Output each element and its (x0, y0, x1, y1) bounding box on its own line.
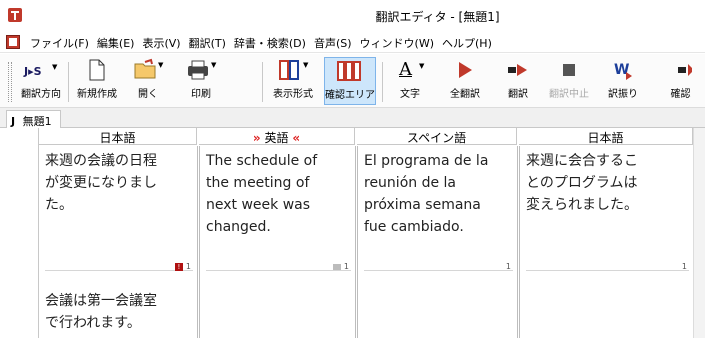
title-bar: 翻訳エディタ - [無題1] (0, 0, 705, 31)
translate-icon (508, 64, 527, 76)
toolbar-grip[interactable] (8, 62, 12, 102)
toolbar-separator (68, 62, 69, 102)
column-header-spanish[interactable]: スペイン語 (357, 128, 517, 145)
menu-view[interactable]: 表示(V) (138, 35, 184, 51)
window-title: 翻訳エディタ - [無題1] (375, 10, 500, 24)
assign-translation-label: 訳振り (608, 89, 638, 100)
segment-text-en-1[interactable]: The schedule of the meeting of next week… (206, 150, 349, 238)
segment-number: 1 (681, 262, 687, 271)
column-header-japanese[interactable]: 日本語 (39, 128, 197, 145)
confirm-area-label: 確認エリア (325, 90, 375, 101)
menu-dictionary-search[interactable]: 辞書・検索(D) (230, 35, 310, 51)
printer-icon: ▼ (188, 60, 217, 80)
svg-text:▼: ▼ (211, 61, 217, 69)
stop-translation-button[interactable]: 翻訳中止 (546, 57, 592, 105)
tab-language-marker: J (11, 115, 16, 128)
assign-icon: W (614, 62, 632, 80)
font-icon: A ▼ (399, 59, 425, 80)
new-label: 新規作成 (77, 89, 117, 100)
spanish-column[interactable]: El programa de la reunión de la próxima … (358, 146, 520, 338)
segment-text-ja-1[interactable]: 来週の会議の日程 が変更になりまし た。 (45, 150, 191, 216)
confirm-button[interactable]: 確認 (656, 57, 705, 105)
toolbar-separator (382, 62, 383, 102)
print-label: 印刷 (191, 89, 211, 100)
open-button[interactable]: ▼ 開く (126, 57, 170, 105)
menu-edit[interactable]: 編集(E) (93, 35, 139, 51)
segment-divider (206, 270, 351, 271)
vertical-scrollbar[interactable] (693, 128, 705, 338)
document-tab-strip: J 無題1 (0, 108, 705, 128)
stop-translation-label: 翻訳中止 (549, 89, 589, 100)
segment-text-ja-2[interactable]: 会議は第一会議室 で行われます。 (45, 290, 191, 334)
direction-button[interactable]: J▸S ▼ 翻訳方向 (18, 57, 64, 105)
menu-file[interactable]: ファイル(F) (26, 35, 93, 51)
segment-number: ! 1 (174, 262, 191, 271)
segment-divider (526, 270, 689, 271)
menu-speech[interactable]: 音声(S) (310, 35, 356, 51)
translate-label: 翻訳 (508, 89, 528, 100)
translate-all-label: 全翻訳 (450, 89, 480, 100)
tab-label: 無題1 (22, 115, 52, 128)
column-header-japanese-back[interactable]: 日本語 (519, 128, 693, 145)
svg-text:▼: ▼ (303, 61, 309, 69)
direction-label: 翻訳方向 (21, 89, 61, 100)
open-folder-icon: ▼ (134, 58, 164, 79)
toolbar-separator (262, 62, 263, 102)
translation-editor: 日本語 » 英語 « スペイン語 日本語 来週の会議の日程 が変更になりまし た… (38, 128, 705, 338)
display-format-button[interactable]: ▼ 表示形式 (266, 57, 320, 105)
assign-translation-button[interactable]: W 訳振り (600, 57, 646, 105)
toolbar: J▸S ▼ 翻訳方向 新規作成 ▼ 開く ▼ 印刷 ▼ 表示形式 確認エリア A… (0, 54, 705, 108)
arrow-left-icon: » (252, 131, 261, 145)
untranslated-mark-icon: ! (174, 262, 183, 271)
translate-button[interactable]: 翻訳 (498, 57, 538, 105)
status-mark-icon (332, 263, 341, 270)
chevron-down-icon: ▼ (52, 63, 58, 71)
segment-text-back-1[interactable]: 来週に会合するこ とのプログラムは 変えられました。 (526, 150, 687, 216)
segment-text-es-1[interactable]: El programa de la reunión de la próxima … (364, 150, 511, 238)
tab-document[interactable]: J 無題1 (6, 110, 61, 128)
menu-bar: ファイル(F) 編集(E) 表示(V) 翻訳(T) 辞書・検索(D) 音声(S)… (0, 31, 705, 53)
document-icon[interactable] (6, 35, 20, 49)
segment-divider (45, 270, 193, 271)
confirm-area-icon (337, 61, 361, 81)
translate-all-button[interactable]: 全翻訳 (442, 57, 488, 105)
source-column[interactable]: 来週の会議の日程 が変更になりまし た。 ! 1 会議は第一会議室 で行われます。… (39, 146, 200, 338)
text-label: 文字 (400, 89, 420, 100)
column-header-english[interactable]: » 英語 « (199, 128, 355, 145)
menu-help[interactable]: ヘルプ(H) (438, 35, 496, 51)
direction-icon: J▸S ▼ (24, 63, 58, 78)
arrow-right-icon: « (292, 131, 301, 145)
print-button[interactable]: ▼ 印刷 (176, 57, 226, 105)
english-column[interactable]: The schedule of the meeting of next week… (200, 146, 358, 338)
segment-divider (364, 270, 513, 271)
menu-translate[interactable]: 翻訳(T) (185, 35, 230, 51)
open-label: 開く (138, 89, 158, 100)
segment-number: 1 (505, 262, 511, 271)
text-button[interactable]: A ▼ 文字 (388, 57, 432, 105)
svg-text:▼: ▼ (158, 61, 164, 69)
confirm-icon (677, 64, 692, 76)
back-translation-column[interactable]: 来週に会合するこ とのプログラムは 変えられました。 1 2 (520, 146, 694, 338)
menu-window[interactable]: ウィンドウ(W) (356, 35, 438, 51)
play-icon (459, 62, 472, 78)
confirm-area-button[interactable]: 確認エリア (324, 57, 376, 105)
confirm-label: 確認 (670, 89, 691, 100)
stop-icon (563, 64, 575, 76)
new-button[interactable]: 新規作成 (72, 57, 122, 105)
segment-number: 1 (332, 262, 349, 271)
chevron-down-icon: ▼ (419, 62, 425, 70)
display-format-icon: ▼ (279, 60, 309, 80)
display-format-label: 表示形式 (273, 89, 313, 100)
new-document-icon (89, 59, 105, 81)
